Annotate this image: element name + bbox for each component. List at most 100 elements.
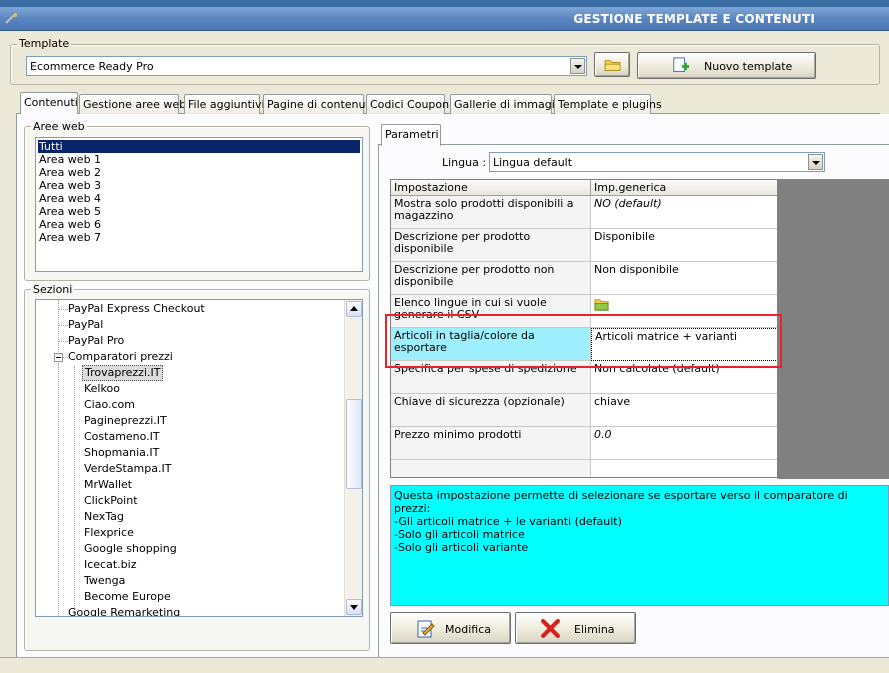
tree-item-label: MrWallet bbox=[84, 478, 133, 491]
description-line: -Gli articoli matrice + le varianti (def… bbox=[394, 515, 622, 528]
tree-item[interactable]: Shopmania.IT bbox=[82, 445, 161, 461]
window-title: GESTIONE TEMPLATE E CONTENUTI bbox=[573, 12, 815, 26]
tab-parametri[interactable]: Parametri bbox=[381, 124, 441, 146]
modify-label: Modifica bbox=[445, 623, 491, 636]
sezioni-tree[interactable]: PayPal Express Checkout PayPal PayPal Pr… bbox=[35, 299, 363, 617]
delete-button[interactable]: Elimina bbox=[515, 612, 636, 644]
tree-item-label: Costameno.IT bbox=[84, 430, 160, 443]
params-tab-line bbox=[378, 144, 889, 145]
scroll-up-button[interactable] bbox=[346, 301, 362, 317]
arrow-down-icon bbox=[350, 605, 358, 610]
tab-label: Pagine di contenuti bbox=[267, 98, 373, 111]
tree-item-label: ClickPoint bbox=[84, 494, 138, 507]
lingua-label: Lingua : bbox=[442, 156, 487, 169]
tree-item-selected[interactable]: Trovaprezzi.IT bbox=[82, 365, 164, 381]
top-strip bbox=[0, 0, 889, 7]
tree-item[interactable]: Kelkoo bbox=[82, 381, 122, 397]
tree-item-label: Twenga bbox=[84, 574, 126, 587]
tree-item[interactable]: Google Remarketing bbox=[66, 605, 182, 616]
tree-item[interactable]: Twenga bbox=[82, 573, 127, 589]
tree-item[interactable]: Ciao.com bbox=[82, 397, 137, 413]
chevron-down-icon[interactable] bbox=[808, 154, 823, 170]
tree-item[interactable]: PayPal Pro bbox=[66, 333, 126, 349]
list-item[interactable]: Area web 7 bbox=[38, 231, 102, 244]
tree-item-label: VerdeStampa.IT bbox=[84, 462, 172, 475]
grid-backdrop bbox=[778, 179, 889, 479]
tree-item-label: PayPal Express Checkout bbox=[68, 302, 205, 315]
tab-gestione-aree-web[interactable]: Gestione aree web bbox=[79, 94, 186, 115]
tree-item-label: Flexprice bbox=[84, 526, 134, 539]
tree-item[interactable]: ClickPoint bbox=[82, 493, 140, 509]
tree-item[interactable]: MrWallet bbox=[82, 477, 134, 493]
tab-label: Parametri bbox=[385, 128, 439, 141]
grid-row-name[interactable]: Prezzo minimo prodotti bbox=[391, 427, 591, 460]
tree-item-label: NexTag bbox=[84, 510, 124, 523]
chevron-down-icon[interactable] bbox=[570, 58, 585, 74]
collapse-icon[interactable] bbox=[54, 353, 63, 362]
lingua-select[interactable]: Lingua default bbox=[489, 152, 825, 172]
tree-item[interactable]: Flexprice bbox=[82, 525, 136, 541]
list-item[interactable]: Area web 4 bbox=[38, 192, 102, 205]
tree-item[interactable]: PayPal Express Checkout bbox=[66, 301, 207, 317]
scroll-down-button[interactable] bbox=[346, 599, 362, 615]
list-item[interactable]: Area web 1 bbox=[38, 153, 102, 166]
grid-row-empty bbox=[591, 460, 777, 477]
tree-scrollbar[interactable] bbox=[344, 300, 362, 616]
list-item-label: Area web 3 bbox=[39, 179, 102, 192]
list-item[interactable]: Area web 3 bbox=[38, 179, 102, 192]
setting-description: Questa impostazione permette di selezion… bbox=[390, 485, 889, 606]
grid-row-value[interactable]: Non disponibile bbox=[591, 262, 777, 295]
tab-file-aggiuntivi[interactable]: File aggiuntivi bbox=[184, 94, 265, 115]
delete-label: Elimina bbox=[574, 623, 615, 636]
delete-x-icon bbox=[541, 619, 560, 638]
tab-codici-coupon[interactable]: Codici Coupon bbox=[366, 94, 449, 115]
list-item[interactable]: Area web 6 bbox=[38, 218, 102, 231]
tree-item[interactable]: PayPal bbox=[66, 317, 105, 333]
list-item[interactable]: Area web 5 bbox=[38, 205, 102, 218]
grid-row-value[interactable]: chiave bbox=[591, 394, 777, 427]
new-template-button[interactable]: Nuovo template bbox=[637, 52, 816, 79]
tab-template-e-plugins[interactable]: Template e plugins bbox=[554, 94, 662, 115]
folder-icon[interactable] bbox=[594, 297, 609, 312]
open-folder-button[interactable] bbox=[594, 52, 630, 77]
template-select-value: Ecommerce Ready Pro bbox=[30, 60, 154, 73]
grid-row-value[interactable]: Disponibile bbox=[591, 229, 777, 262]
grid-row-value[interactable]: 0.0 bbox=[591, 427, 777, 460]
new-template-label: Nuovo template bbox=[704, 60, 793, 73]
tab-label: Contenuti bbox=[24, 96, 78, 109]
grid-row-name[interactable]: Descrizione per prodotto disponibile bbox=[391, 229, 591, 262]
tree-item-label: Google shopping bbox=[84, 542, 177, 555]
template-select[interactable]: Ecommerce Ready Pro bbox=[26, 56, 587, 76]
tree-item[interactable]: Become Europe bbox=[82, 589, 173, 605]
tab-pagine-di-contenuti[interactable]: Pagine di contenuti bbox=[263, 94, 373, 115]
grid-row-name[interactable]: Descrizione per prodotto non disponibile bbox=[391, 262, 591, 295]
list-item[interactable]: Tutti bbox=[38, 140, 360, 153]
list-item[interactable]: Area web 2 bbox=[38, 166, 102, 179]
tree-item[interactable]: VerdeStampa.IT bbox=[82, 461, 173, 477]
tab-label: File aggiuntivi bbox=[188, 98, 265, 111]
grid-row-value[interactable]: NO (default) bbox=[591, 196, 777, 229]
tree-item[interactable]: NexTag bbox=[82, 509, 126, 525]
add-icon bbox=[673, 57, 690, 72]
tree-item-label: Ciao.com bbox=[84, 398, 136, 411]
tree-item[interactable]: Pagineprezzi.IT bbox=[82, 413, 169, 429]
grid-row-name[interactable]: Chiave di sicurezza (opzionale) bbox=[391, 394, 591, 427]
list-item-label: Area web 1 bbox=[39, 153, 102, 166]
tree-item[interactable]: Costameno.IT bbox=[82, 429, 162, 445]
list-item-label: Area web 5 bbox=[39, 205, 102, 218]
modify-button[interactable]: Modifica bbox=[390, 612, 511, 644]
tree-item[interactable]: Comparatori prezzi bbox=[66, 349, 175, 365]
tree-item-label: Kelkoo bbox=[84, 382, 120, 395]
tab-gallerie-di-immagini[interactable]: Gallerie di immagini bbox=[450, 94, 565, 115]
scroll-thumb[interactable] bbox=[346, 399, 362, 489]
grid-row-name[interactable]: Mostra solo prodotti disponibili a magaz… bbox=[391, 196, 591, 229]
tree-item[interactable]: Google shopping bbox=[82, 541, 179, 557]
description-line: Questa impostazione permette di selezion… bbox=[394, 489, 848, 515]
title-bar: GESTIONE TEMPLATE E CONTENUTI bbox=[0, 7, 889, 31]
aree-web-list[interactable]: Tutti Area web 1 Area web 2 Area web 3 A… bbox=[35, 137, 363, 272]
tab-contenuti[interactable]: Contenuti bbox=[20, 92, 78, 114]
grid-header-setting: Impostazione bbox=[391, 180, 591, 196]
template-group-label: Template bbox=[17, 37, 72, 50]
tree-item-label: Comparatori prezzi bbox=[68, 350, 173, 363]
tree-item[interactable]: Icecat.biz bbox=[82, 557, 138, 573]
